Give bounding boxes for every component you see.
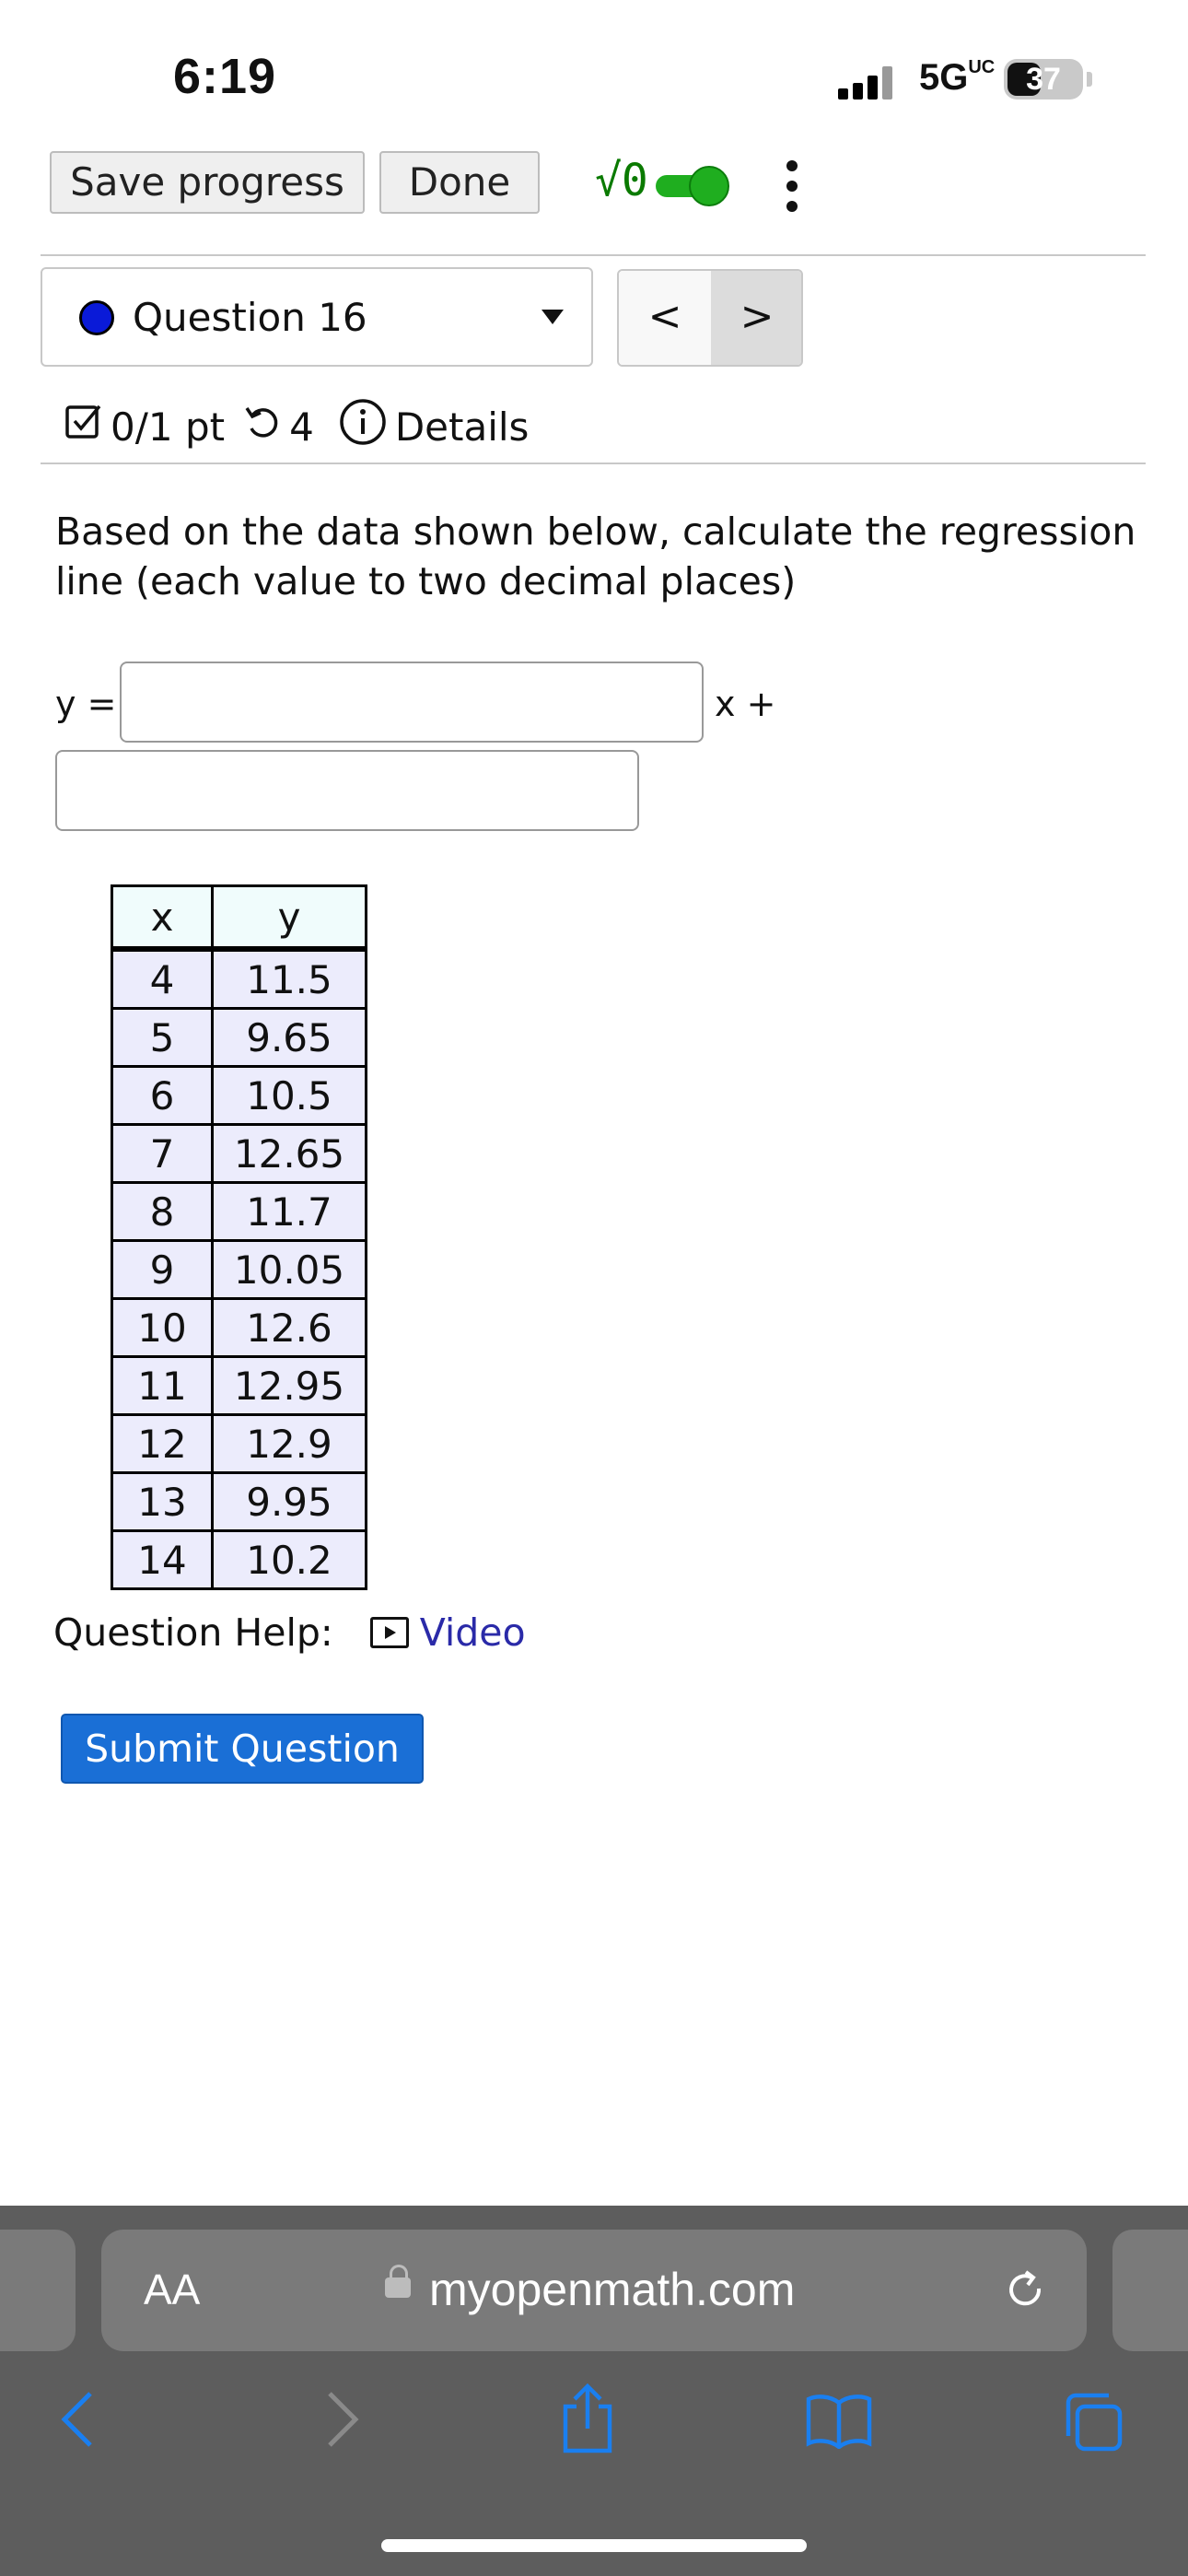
save-progress-button[interactable]: Save progress [50, 151, 365, 214]
cell-x: 10 [111, 1297, 214, 1358]
previous-question-button[interactable]: < [619, 271, 711, 365]
question-status-dot-icon [79, 300, 114, 335]
retry-icon [243, 403, 282, 451]
table-row: 7 12.65 [111, 1123, 367, 1184]
caret-down-icon [542, 310, 564, 324]
cell-y: 12.6 [211, 1297, 367, 1358]
cell-y: 9.65 [211, 1007, 367, 1068]
points-text: 0/1 pt [111, 404, 226, 450]
back-icon[interactable] [55, 2390, 101, 2453]
cell-x: 14 [111, 1529, 214, 1590]
cell-y: 10.5 [211, 1065, 367, 1126]
table-row: 9 10.05 [111, 1239, 367, 1300]
y-equals-label: y = [55, 684, 117, 724]
cell-y: 10.2 [211, 1529, 367, 1590]
question-help-label: Question Help: [53, 1610, 333, 1655]
question-prompt: Based on the data shown below, calculate… [55, 509, 1136, 603]
address-domain[interactable]: myopenmath.com [429, 2263, 795, 2316]
battery-icon: 37 [1004, 59, 1083, 100]
table-row: 14 10.2 [111, 1529, 367, 1590]
table-row: 13 9.95 [111, 1471, 367, 1532]
done-button[interactable]: Done [379, 151, 540, 214]
table-row: 4 11.5 [111, 947, 367, 1010]
network-suffix: UC [968, 57, 996, 77]
network-label: 5GUC [919, 57, 995, 99]
data-table: x y 4 11.5 5 9.65 6 10.5 7 12.65 8 11.7 9 10.0… [111, 884, 367, 1590]
cell-x: 9 [111, 1239, 214, 1300]
forward-icon[interactable] [319, 2390, 365, 2453]
submit-question-button[interactable]: Submit Question [61, 1714, 424, 1784]
reload-icon[interactable] [1004, 2268, 1048, 2313]
lock-icon [385, 2265, 411, 2298]
cell-x: 13 [111, 1471, 214, 1532]
cell-y: 12.9 [211, 1413, 367, 1474]
battery-level: 37 [1026, 62, 1061, 97]
table-row: 11 12.95 [111, 1355, 367, 1416]
table-row: 5 9.65 [111, 1007, 367, 1068]
divider [41, 463, 1146, 464]
question-nav: < > [617, 269, 803, 367]
info-icon[interactable] [338, 397, 388, 456]
question-select-label: Question 16 [133, 295, 367, 340]
x-plus-label: x + [715, 684, 776, 724]
network-type: 5G [919, 57, 969, 98]
cell-x: 6 [111, 1065, 214, 1126]
reader-settings-button[interactable]: AA [144, 2265, 200, 2314]
table-row: 6 10.5 [111, 1065, 367, 1126]
checkbox-icon [64, 403, 103, 451]
more-options-icon[interactable] [783, 158, 801, 214]
cell-y: 11.7 [211, 1181, 367, 1242]
math-entry-logo: √0 [595, 155, 648, 206]
battery-tip [1087, 72, 1092, 87]
column-header-x: x [111, 884, 214, 952]
divider [41, 254, 1146, 256]
cell-x: 5 [111, 1007, 214, 1068]
status-time: 6:19 [173, 49, 277, 104]
cell-y: 9.95 [211, 1471, 367, 1532]
details-link[interactable]: Details [395, 404, 530, 450]
cell-y: 12.95 [211, 1355, 367, 1416]
table-row: 12 12.9 [111, 1413, 367, 1474]
cell-x: 7 [111, 1123, 214, 1184]
math-entry-toggle[interactable] [656, 166, 731, 206]
cellular-signal-icon [838, 66, 897, 100]
home-indicator [381, 2539, 807, 2552]
table-header-row: x y [111, 884, 367, 952]
video-icon[interactable] [369, 1617, 409, 1648]
cell-x: 11 [111, 1355, 214, 1416]
cell-y: 10.05 [211, 1239, 367, 1300]
table-row: 8 11.7 [111, 1181, 367, 1242]
next-tab-preview[interactable] [1112, 2230, 1188, 2351]
next-question-button[interactable]: > [711, 271, 801, 365]
column-header-y: y [211, 884, 367, 952]
table-row: 10 12.6 [111, 1297, 367, 1358]
score-row: 0/1 pt 4 Details [64, 394, 529, 459]
cell-y: 11.5 [211, 947, 367, 1010]
previous-tab-preview[interactable] [0, 2230, 76, 2351]
cell-x: 8 [111, 1181, 214, 1242]
slope-input[interactable] [120, 662, 704, 743]
intercept-input[interactable] [55, 750, 639, 831]
cell-x: 4 [111, 947, 214, 1010]
cell-y: 12.65 [211, 1123, 367, 1184]
retries-count: 4 [289, 404, 314, 450]
video-link[interactable]: Video [420, 1610, 526, 1655]
question-select[interactable]: Question 16 [41, 267, 593, 367]
cell-x: 12 [111, 1413, 214, 1474]
tabs-icon[interactable] [1061, 2390, 1125, 2458]
share-icon[interactable] [558, 2383, 617, 2458]
question-help-row: Question Help: Video [53, 1610, 526, 1655]
bookmarks-icon[interactable] [805, 2394, 873, 2453]
